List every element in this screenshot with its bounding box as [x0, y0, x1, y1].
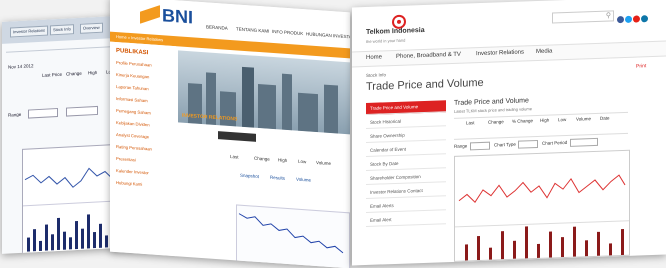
right-side-6[interactable]: Investor Relations Contact — [366, 184, 446, 199]
right-type-select[interactable] — [518, 139, 538, 149]
middle-link-1[interactable]: Results — [270, 175, 285, 181]
middle-link-0[interactable]: Snapshot — [240, 173, 259, 179]
middle-nav-1[interactable]: TENTANG KAMI — [236, 26, 269, 33]
right-brand: Telkom Indonesia — [366, 26, 425, 36]
right-page-title: Trade Price and Volume — [366, 76, 484, 93]
middle-side-1[interactable]: Kinerja Keuangan — [116, 72, 149, 79]
middle-chart — [236, 204, 350, 268]
middle-chart-svg — [238, 213, 344, 254]
right-nav-0[interactable]: Home — [366, 54, 382, 61]
middle-nav-2[interactable]: INFO PRODUK — [272, 29, 303, 36]
right-side-3[interactable]: Calendar of Event — [366, 142, 446, 157]
middle-link-2[interactable]: Volume — [296, 177, 311, 183]
middle-stock-table: Last Change High Low Volume Snapshot Res… — [210, 153, 350, 193]
right-nav-3[interactable]: Media — [536, 48, 552, 55]
middle-side-8[interactable]: Presentasi — [116, 156, 136, 162]
right-print-link[interactable]: Print — [636, 63, 646, 69]
left-cell-change: Change — [66, 70, 82, 77]
middle-th-1: Change — [254, 155, 270, 162]
right-control-0: Range — [454, 143, 468, 149]
right-social-icons — [616, 9, 648, 28]
right-tagline: the world in your hand — [366, 37, 406, 44]
middle-side-2[interactable]: Laporan Tahunan — [116, 84, 149, 91]
right-search-input[interactable]: ⚲ — [552, 10, 614, 24]
middle-breadcrumb[interactable]: Home » Investor Relations — [116, 34, 163, 42]
right-side-5[interactable]: Shareholder Composition — [366, 170, 446, 185]
right-control-1: Chart Type — [494, 141, 516, 148]
right-sidebar: Trade Price and Volume Stock Historical … — [366, 100, 446, 243]
middle-hero-image: INVESTOR RELATIONS — [178, 50, 350, 135]
right-page: Telkom Indonesia the world in your hand … — [352, 0, 666, 266]
middle-side-6[interactable]: Analyst Coverage — [116, 132, 149, 139]
right-chart-svg — [455, 174, 629, 261]
right-side-7[interactable]: Email Alerts — [366, 198, 446, 213]
left-type-select[interactable] — [66, 105, 98, 117]
right-th-2: % Change — [512, 118, 534, 124]
right-side-8[interactable]: Email Alert — [366, 212, 446, 227]
right-side-1[interactable]: Stock Historical — [366, 114, 446, 129]
middle-th-3: Low — [298, 158, 307, 165]
left-range-select[interactable] — [28, 107, 58, 119]
middle-nav-0[interactable]: BERANDA — [206, 24, 228, 31]
right-side-2[interactable]: Share Ownership — [366, 128, 446, 143]
right-small-label: Stock Info — [366, 72, 387, 78]
right-control-2: Chart Period — [542, 139, 568, 146]
right-th-5: Volume — [576, 116, 592, 122]
middle-price-line — [238, 213, 344, 254]
right-side-4[interactable]: Stock By Date — [366, 156, 446, 171]
left-cell-high: High — [88, 69, 98, 76]
middle-brand: BNI — [162, 5, 193, 28]
left-tab-2[interactable]: Overview — [80, 22, 103, 34]
middle-side-10[interactable]: Hubungi Kami — [116, 180, 142, 187]
middle-side-5[interactable]: Kebijakan Dividen — [116, 120, 150, 127]
middle-th-0: Last — [230, 154, 239, 160]
right-nav-1[interactable]: Phone, Broadband & TV — [396, 52, 461, 60]
middle-sidebar: PUBLIKASI Profile Perusahaan Kinerja Keu… — [110, 41, 176, 257]
bni-logo-icon — [140, 4, 160, 25]
right-th-6: Date — [600, 115, 610, 121]
middle-th-2: High — [278, 157, 288, 164]
middle-th-4: Volume — [316, 160, 332, 167]
right-th-1: Change — [488, 119, 504, 125]
youtube-icon[interactable] — [633, 15, 640, 23]
right-chart — [454, 149, 630, 262]
right-side-0[interactable]: Trade Price and Volume — [366, 100, 446, 115]
left-tab-0[interactable]: Investor Relations — [10, 25, 49, 38]
middle-page: BNI BERANDA TENTANG KAMI INFO PRODUK HUB… — [110, 0, 350, 268]
right-stock-table: Last Change % Change High Low Volume Dat… — [454, 111, 628, 140]
search-icon[interactable]: ⚲ — [606, 11, 611, 19]
facebook-icon[interactable] — [617, 15, 624, 24]
right-range-select[interactable] — [470, 141, 490, 151]
right-volume-bars — [465, 226, 624, 261]
left-tab-1[interactable]: Stock Info — [50, 24, 74, 36]
middle-nav-3[interactable]: HUBUNGAN INVESTOR — [306, 31, 350, 39]
twitter-icon[interactable] — [625, 15, 632, 23]
left-cell-price: Last Price — [42, 71, 63, 78]
linkedin-icon[interactable] — [641, 15, 648, 23]
left-cell-date: Nov 14 2012 — [8, 63, 34, 70]
middle-side-4[interactable]: Pemegang Saham — [116, 108, 151, 115]
right-th-0: Last — [466, 120, 475, 126]
middle-section-title: PUBLIKASI — [116, 48, 149, 57]
middle-side-9[interactable]: Kalender Investor — [116, 168, 149, 175]
right-content-title: Trade Price and Volume — [454, 97, 529, 107]
right-top-nav: Home Phone, Broadband & TV Investor Rela… — [352, 40, 666, 68]
left-cell-range: Range — [8, 111, 22, 118]
middle-side-3[interactable]: Informasi Saham — [116, 96, 148, 103]
right-divider — [455, 220, 629, 228]
right-th-3: High — [540, 117, 550, 123]
right-th-4: Low — [558, 117, 567, 123]
middle-side-0[interactable]: Profile Perusahaan — [116, 60, 152, 67]
middle-side-7[interactable]: Rating Perusahaan — [116, 144, 152, 152]
right-price-line — [458, 174, 626, 203]
right-content-subtitle: Latest TLKM stock price and trading volu… — [454, 106, 532, 114]
middle-dark-tab[interactable] — [218, 131, 256, 142]
right-period-select[interactable] — [570, 137, 598, 147]
right-nav-2[interactable]: Investor Relations — [476, 49, 524, 57]
